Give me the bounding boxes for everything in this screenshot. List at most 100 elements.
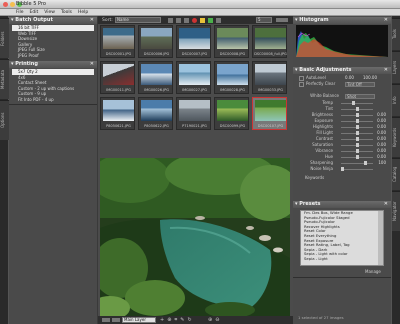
fit-icon[interactable]: [112, 318, 120, 322]
thumbnail[interactable]: DSC00007.JPG: [176, 25, 211, 58]
thumbnail-grid: DSC00001.JPG DSC00006.JPG DSC00007.JPG D…: [100, 25, 288, 166]
tab-tools[interactable]: Tools: [392, 18, 400, 50]
brush-icon[interactable]: ✎: [180, 317, 184, 323]
label-red-icon[interactable]: [192, 17, 197, 23]
compare-icon[interactable]: [102, 318, 110, 322]
thumbnail-selected[interactable]: DSC00107.JPG: [252, 97, 287, 130]
printing-item[interactable]: Fit Into PDF - 4 up: [12, 97, 94, 103]
label-yellow-icon[interactable]: [200, 17, 205, 23]
slider-knob[interactable]: [356, 125, 359, 129]
thumbnail-caption: P8050621.JPG: [106, 124, 131, 128]
main-preview-image[interactable]: [100, 158, 290, 316]
star-icon[interactable]: [216, 17, 221, 23]
crop-icon[interactable]: ⌗: [174, 317, 177, 323]
thumbnail[interactable]: P8050622.JPG: [138, 97, 173, 130]
thumbnail-image: [103, 64, 134, 85]
tab-metadata[interactable]: Metadata: [0, 59, 9, 99]
slider-knob[interactable]: [356, 137, 359, 141]
batch-output-header[interactable]: ▾ Batch Output ✕: [9, 17, 97, 24]
tab-options[interactable]: Options: [0, 100, 9, 140]
tab-navigator[interactable]: Navigator: [392, 191, 400, 231]
slider-track[interactable]: [341, 102, 373, 104]
perfectly-clear-label: Perfectly Clear: [306, 81, 336, 86]
menu-file[interactable]: File: [16, 9, 24, 15]
menu-tools[interactable]: Tools: [61, 9, 72, 15]
thumbnail[interactable]: IMG00033.JPG: [252, 61, 287, 94]
zoom-select[interactable]: 5: [256, 17, 272, 23]
slider-knob[interactable]: [356, 143, 359, 147]
autolevel-checkbox[interactable]: [299, 75, 304, 81]
slider-knob[interactable]: [356, 155, 359, 159]
basic-adjustments-header[interactable]: ▾ Basic Adjustments ✕: [293, 67, 391, 74]
triangle-down-icon: ▾: [11, 61, 14, 67]
presets-header[interactable]: ▾ Presets ✕: [293, 201, 391, 208]
view-mode-icon[interactable]: [276, 18, 288, 22]
close-icon[interactable]: ✕: [384, 17, 388, 24]
thumbnail[interactable]: DSC00006.JPG: [138, 25, 173, 58]
flag-icon[interactable]: [184, 17, 189, 23]
perfectly-clear-checkbox[interactable]: [299, 81, 304, 87]
thumbnail[interactable]: IMG00028.JPG: [214, 61, 249, 94]
thumbnail[interactable]: DSC00099.JPG: [214, 97, 249, 130]
thumbnail[interactable]: P7190021.JPG: [176, 97, 211, 130]
zoom-in-icon[interactable]: ⊕: [208, 317, 212, 323]
tab-catalog[interactable]: Catalog: [392, 158, 400, 190]
perfectly-clear-select[interactable]: Tint Off: [345, 81, 375, 87]
keywords-label: Keywords: [305, 175, 325, 180]
thumbnail[interactable]: IMG00011.JPG: [100, 61, 135, 94]
target-icon[interactable]: ⊕: [167, 317, 171, 323]
slider-knob[interactable]: [356, 131, 359, 135]
thumbnail[interactable]: DSC00008.JPG: [214, 25, 249, 58]
slider-knob[interactable]: [351, 101, 355, 105]
tab-folders[interactable]: Folders: [0, 18, 9, 58]
layer-select[interactable]: Main Layer: [122, 317, 156, 323]
slider-row: Noise Ninja: [297, 166, 389, 172]
slider-track[interactable]: [341, 168, 373, 170]
thumbnail[interactable]: DSC00001.JPG: [100, 25, 135, 58]
slider-knob[interactable]: [356, 113, 359, 117]
slider-knob[interactable]: [356, 107, 359, 111]
zoom-out-icon[interactable]: ⊖: [215, 317, 219, 323]
close-icon[interactable]: ✕: [384, 67, 388, 74]
thumbnail[interactable]: DSC00008_full.JPG: [252, 25, 287, 58]
thumbnail-caption: IMG00011.JPG: [106, 88, 131, 92]
menu-view[interactable]: View: [44, 9, 55, 15]
thumbnail[interactable]: P8050621.JPG: [100, 97, 135, 130]
slider-track[interactable]: [341, 162, 373, 164]
tab-info[interactable]: Info: [392, 84, 400, 116]
slider-knob[interactable]: [341, 167, 344, 171]
close-window-button[interactable]: [3, 2, 8, 7]
slider-knob[interactable]: [356, 119, 359, 123]
rotate-left-icon[interactable]: [168, 17, 173, 23]
slider-knob[interactable]: [356, 149, 359, 153]
printing-header[interactable]: ▾ Printing ✕: [9, 61, 97, 68]
tab-layers[interactable]: Layers: [392, 51, 400, 83]
label-green-icon[interactable]: [208, 17, 213, 23]
right-panel: ▾ Histogram ✕ ▾ Basic Adjustments ✕ Auto…: [293, 16, 391, 324]
slider-knob[interactable]: [363, 161, 367, 165]
menu-help[interactable]: Help: [78, 9, 88, 15]
close-icon[interactable]: ✕: [90, 61, 94, 68]
rotate-right-icon[interactable]: [176, 17, 181, 23]
add-icon[interactable]: +: [160, 317, 164, 323]
thumbnail[interactable]: IMG00026.JPG: [138, 61, 173, 94]
manage-presets-button[interactable]: Manage: [365, 269, 381, 274]
tab-keywords[interactable]: Keywords: [392, 117, 400, 157]
batch-item[interactable]: JPEG Proof: [12, 53, 94, 59]
thumbnail[interactable]: IMG00027.JPG: [176, 61, 211, 94]
close-icon[interactable]: ✕: [90, 17, 94, 24]
menu-edit[interactable]: Edit: [30, 9, 39, 15]
preset-item[interactable]: Sepia - Light: [301, 256, 377, 262]
rotate-icon[interactable]: ↻: [187, 317, 191, 323]
thumbnail-image: [255, 64, 286, 85]
thumbnail-caption: DSC00006.JPG: [143, 52, 170, 56]
white-balance-select[interactable]: Shot: [345, 93, 375, 99]
left-tab-strip: Folders Metadata Options: [0, 16, 9, 324]
thumbnail-image: [179, 64, 210, 85]
presets-scrollbar[interactable]: [378, 211, 383, 265]
sort-select[interactable]: Name: [115, 17, 161, 23]
close-icon[interactable]: ✕: [384, 201, 388, 208]
histogram-header[interactable]: ▾ Histogram ✕: [293, 17, 391, 24]
minimize-window-button[interactable]: [10, 2, 15, 7]
thumbnail-caption: DSC00008_full.JPG: [254, 52, 287, 56]
